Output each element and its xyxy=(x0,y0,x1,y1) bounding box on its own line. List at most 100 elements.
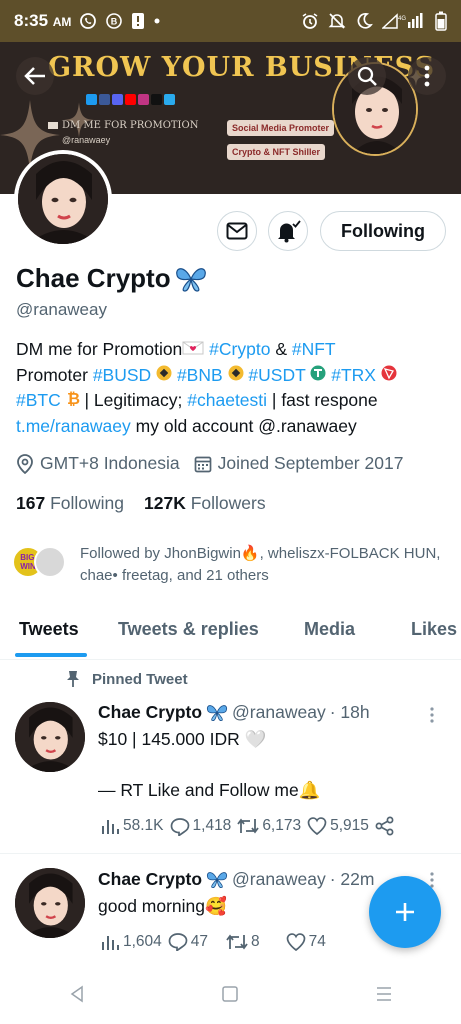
binance-coin-icon xyxy=(228,363,244,389)
profile-handle: @ranaweay xyxy=(16,300,107,319)
pin-icon xyxy=(67,671,79,687)
mute-icon xyxy=(328,12,346,30)
share-icon xyxy=(375,816,394,836)
svg-text:4G: 4G xyxy=(398,16,406,22)
views-icon xyxy=(102,820,119,834)
hashtag-link[interactable]: #TRX xyxy=(331,365,376,385)
tweet-more-button[interactable] xyxy=(430,707,434,723)
dot-icon xyxy=(153,17,161,25)
profile-meta: GMT+8 Indonesia Joined September 2017 xyxy=(16,453,403,474)
battery-icon xyxy=(435,11,447,31)
reply-button[interactable]: 1,418 xyxy=(170,817,231,836)
following-count-link[interactable]: 167 Following xyxy=(16,493,124,514)
nav-back-button[interactable] xyxy=(68,985,86,1008)
followed-by[interactable]: BIG WIN Followed by JhonBigwin🔥, wheliszx… xyxy=(12,543,452,587)
profile-name: Chae Crypto xyxy=(16,263,207,294)
search-button[interactable] xyxy=(348,57,386,95)
hashtag-link[interactable]: #BTC xyxy=(16,390,61,410)
b-app-icon: B xyxy=(105,12,123,30)
love-letter-icon xyxy=(182,337,204,363)
more-vertical-icon xyxy=(430,707,434,723)
nav-recents-button[interactable] xyxy=(375,986,393,1007)
envelope-icon xyxy=(226,222,248,240)
notifications-button[interactable] xyxy=(268,211,308,251)
banner-promo-text: DM ME FOR PROMOTION xyxy=(48,120,198,131)
hashtag-link[interactable]: #USDT xyxy=(248,365,305,385)
tweet-avatar[interactable] xyxy=(15,702,85,772)
following-button[interactable]: Following xyxy=(320,211,446,251)
banner-tag-shiller: Crypto & NFT Shiller xyxy=(227,144,326,160)
calendar-icon xyxy=(194,456,211,472)
hashtag-link[interactable]: #BUSD xyxy=(93,365,151,385)
hashtag-link[interactable]: #BNB xyxy=(177,365,223,385)
hashtag-link[interactable]: #chaetesti xyxy=(187,390,267,410)
retweet-icon xyxy=(226,934,248,949)
compose-tweet-button[interactable] xyxy=(369,876,441,948)
triangle-back-icon xyxy=(70,985,83,1002)
tweet-actions: 1,604 47 8 74 xyxy=(100,932,332,951)
retweet-button[interactable]: 8 xyxy=(226,933,260,951)
hashtag-link[interactable]: #NFT xyxy=(292,339,336,359)
location-pin-icon xyxy=(17,453,33,474)
views-icon xyxy=(102,935,119,950)
tab-tweets[interactable]: Tweets xyxy=(19,606,79,640)
profile-avatar[interactable] xyxy=(14,150,112,248)
mail-icon xyxy=(48,122,58,129)
followers-count-link[interactable]: 127K Followers xyxy=(144,493,266,514)
tweet-header: Chae Crypto @ranaweay · 22m xyxy=(98,869,375,889)
bitcoin-icon: ₿ xyxy=(66,388,80,414)
tweet-more-button[interactable] xyxy=(430,872,434,888)
butterfly-icon xyxy=(206,872,228,889)
back-button[interactable] xyxy=(16,57,54,95)
more-options-button[interactable] xyxy=(408,57,446,95)
system-nav-bar xyxy=(0,968,461,1024)
alarm-icon xyxy=(301,12,319,30)
tweet-header: Chae Crypto @ranaweay · 18h xyxy=(98,702,370,722)
active-tab-indicator xyxy=(15,653,87,657)
tweet-text: — RT Like and Follow me🔔 xyxy=(98,780,321,800)
bell-check-icon xyxy=(278,220,301,243)
status-time: 8:35 AM xyxy=(14,11,72,30)
follow-counts: 167 Following 127K Followers xyxy=(16,493,266,514)
tether-icon xyxy=(310,363,326,389)
views-stat[interactable]: 58.1K xyxy=(100,817,164,835)
tab-tweets-replies[interactable]: Tweets & replies xyxy=(118,606,259,640)
binance-coin-icon xyxy=(156,363,172,389)
butterfly-icon xyxy=(206,705,228,722)
reply-button[interactable]: 47 xyxy=(168,932,208,951)
tweet-divider xyxy=(0,853,461,854)
more-vertical-icon xyxy=(424,65,430,87)
tweet-text: good morning🥰 xyxy=(98,896,227,916)
tweet-text: $10 | 145.000 IDR 🤍 xyxy=(98,729,267,749)
banner-handle: @ranawaey xyxy=(62,135,111,145)
signal-icon: 4G xyxy=(382,12,426,30)
tweet-avatar[interactable] xyxy=(15,868,85,938)
hashtag-link[interactable]: #Crypto xyxy=(209,339,270,359)
retweet-button[interactable]: 6,173 xyxy=(237,817,301,835)
tab-media[interactable]: Media xyxy=(304,606,355,640)
plus-icon xyxy=(396,903,414,921)
heart-icon xyxy=(307,817,327,835)
retweet-icon xyxy=(237,818,260,834)
tron-icon xyxy=(381,363,397,389)
moon-icon xyxy=(355,12,373,30)
heart-icon xyxy=(286,932,306,951)
nav-home-button[interactable] xyxy=(221,985,239,1008)
more-vertical-icon xyxy=(430,872,434,888)
tab-likes[interactable]: Likes xyxy=(411,606,457,640)
menu-lines-icon xyxy=(377,986,392,1001)
whatsapp-icon xyxy=(79,12,97,30)
telegram-link[interactable]: t.me/ranawaey xyxy=(16,416,131,436)
arrow-left-icon xyxy=(24,67,45,85)
like-button[interactable]: 74 xyxy=(286,933,326,951)
reply-icon xyxy=(170,817,189,836)
svg-text:B: B xyxy=(111,17,118,27)
followed-by-text: Followed by JhonBigwin🔥, wheliszx-FOLBAC… xyxy=(80,545,441,584)
status-bar: 8:35 AM B 4G xyxy=(0,0,461,42)
pinned-label: Pinned Tweet xyxy=(66,670,188,688)
search-icon xyxy=(357,66,377,86)
views-stat[interactable]: 1,604 xyxy=(100,933,162,951)
message-button[interactable] xyxy=(217,211,257,251)
like-button[interactable]: 5,915 xyxy=(307,817,369,835)
share-button[interactable] xyxy=(375,816,395,836)
